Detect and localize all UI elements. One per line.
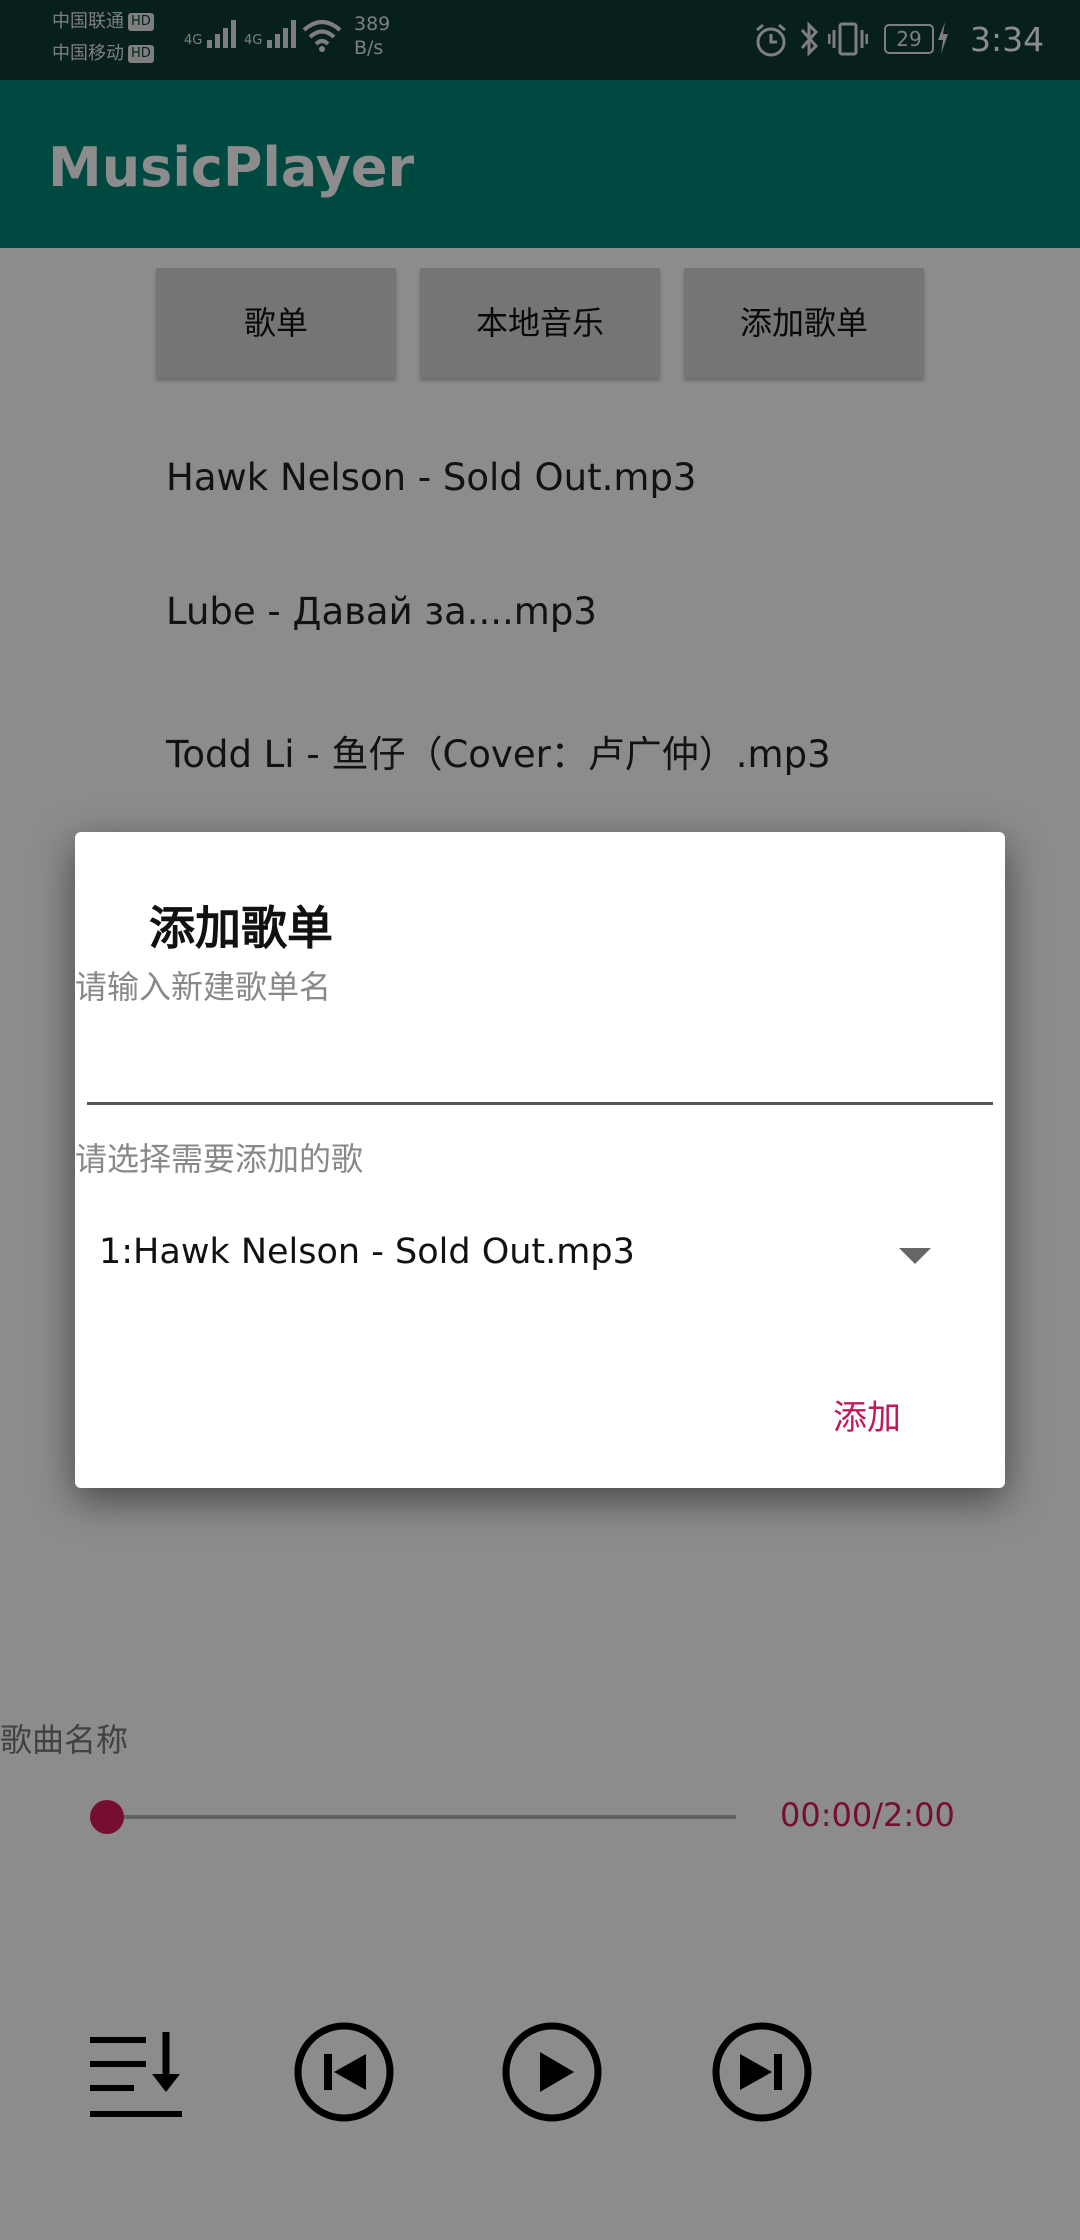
dropdown-arrow-icon bbox=[899, 1248, 931, 1264]
dialog-title: 添加歌单 bbox=[149, 901, 333, 955]
song-select[interactable]: 1:Hawk Nelson - Sold Out.mp3 bbox=[99, 1210, 999, 1310]
add-playlist-dialog: 添加歌单 请输入新建歌单名 请选择需要添加的歌 1:Hawk Nelson - … bbox=[75, 832, 1005, 1488]
playlist-name-input[interactable] bbox=[87, 1010, 993, 1105]
song-select-hint: 请选择需要添加的歌 bbox=[75, 1140, 364, 1178]
add-button[interactable]: 添加 bbox=[825, 1382, 909, 1447]
playlist-name-hint: 请输入新建歌单名 bbox=[75, 968, 332, 1006]
song-select-value: 1:Hawk Nelson - Sold Out.mp3 bbox=[99, 1232, 635, 1272]
